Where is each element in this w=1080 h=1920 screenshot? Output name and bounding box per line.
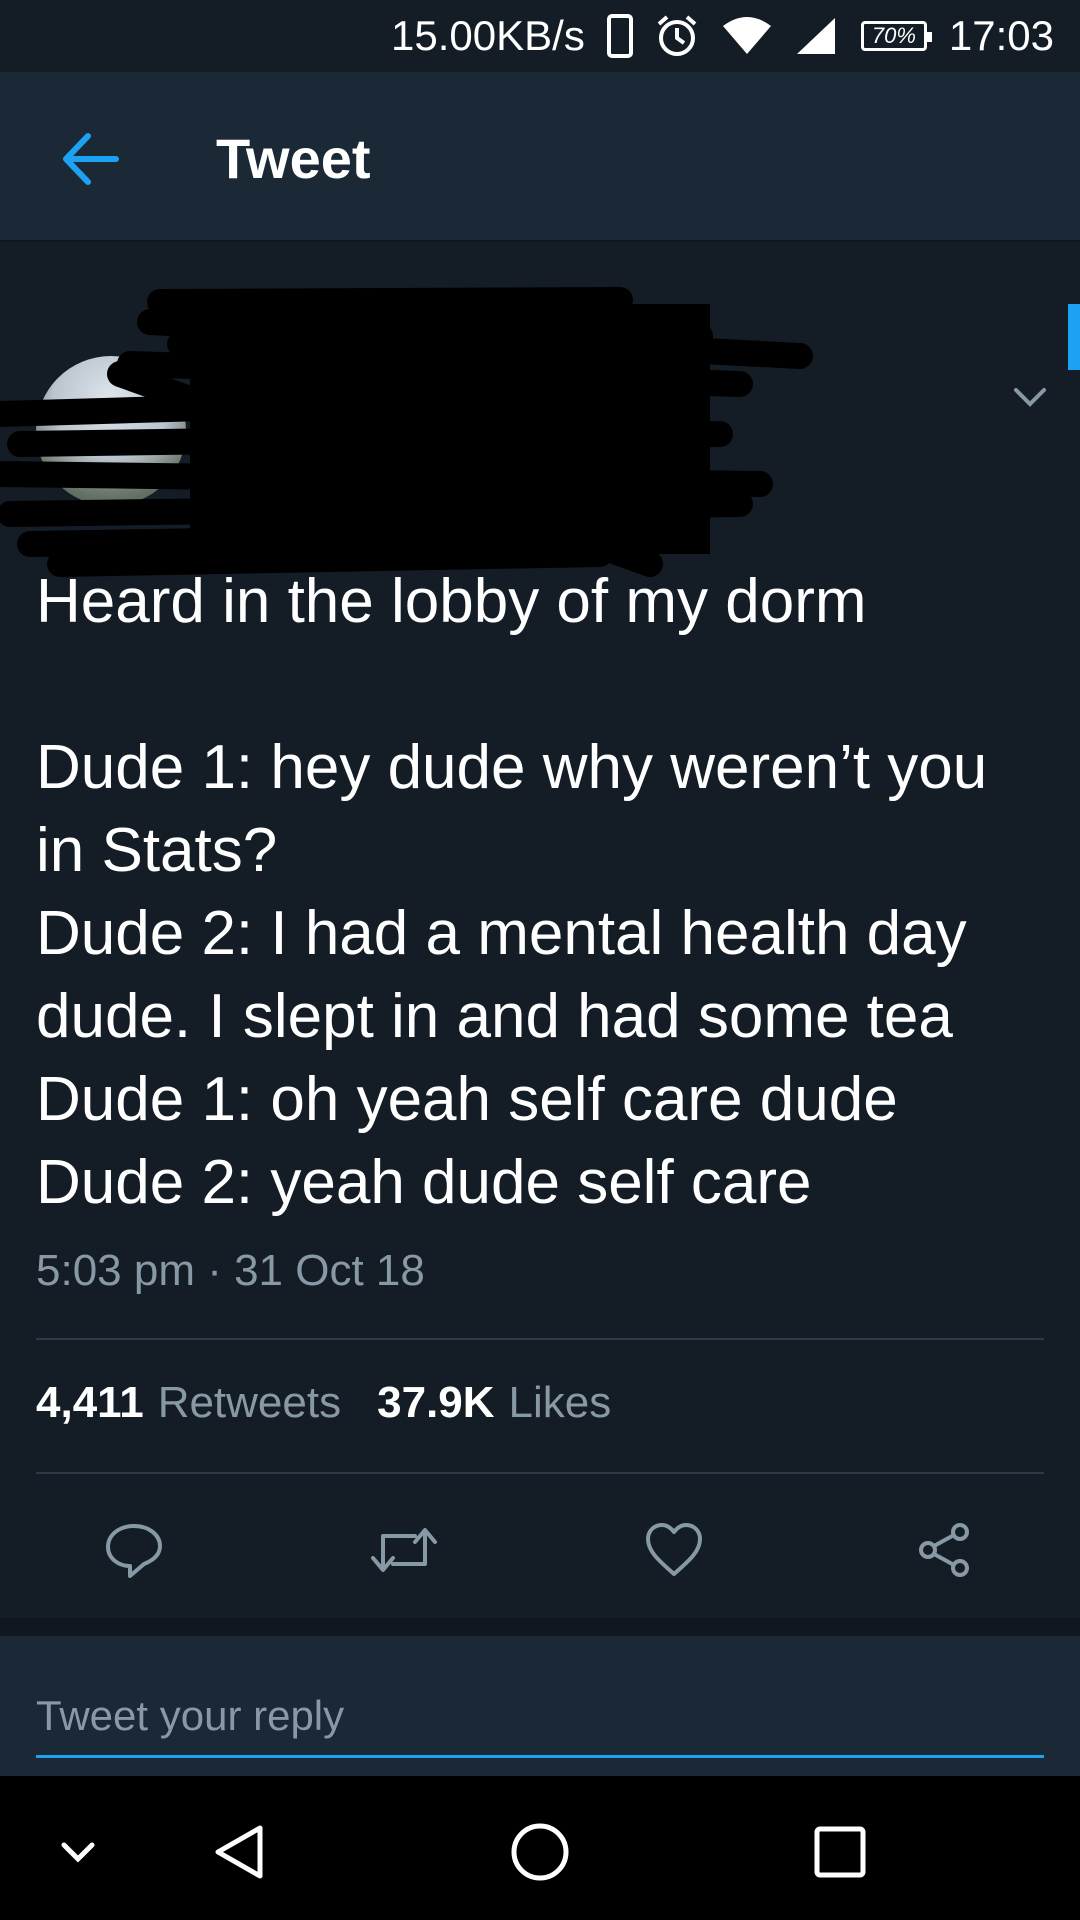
system-nav-bar [0,1776,1080,1920]
nav-recents-button[interactable] [800,1812,880,1892]
tweet-actions [0,1510,1080,1590]
retweets-label: Retweets [157,1378,342,1427]
arrow-left-icon [63,133,119,185]
triangle-back-icon [215,1825,263,1879]
battery-level: 70% [871,23,916,48]
share-icon [919,1523,969,1577]
divider [36,1338,1044,1340]
speech-bubble-icon [106,1524,162,1578]
tweet-text: Heard in the lobby of my dorm Dude 1: he… [36,567,988,1217]
alarm-icon [655,14,699,58]
tweet-options-button[interactable] [1010,382,1050,412]
chevron-down-icon [1014,388,1046,407]
redaction-scribble [0,287,813,577]
square-recents-icon [814,1826,866,1878]
network-speed: 15.00KB/s [391,12,585,59]
circle-home-icon [511,1823,569,1881]
hide-keyboard-button[interactable] [38,1812,118,1892]
app-bar: Tweet [0,72,1080,242]
like-button[interactable] [634,1510,714,1590]
heart-icon [646,1523,702,1576]
reply-button[interactable] [94,1510,174,1590]
retweets-stat[interactable]: 4,411 Retweets [36,1378,341,1428]
tweet-timestamp: 5:03 pm · 31 Oct 18 [36,1246,425,1295]
likes-stat[interactable]: 37.9K Likes [377,1378,611,1428]
section-separator [0,1618,1080,1636]
retweet-icon [371,1528,437,1572]
divider [36,1472,1044,1474]
scroll-indicator [1068,304,1080,370]
phone-icon [606,14,633,58]
reply-input[interactable] [36,1676,1044,1758]
status-bar: 15.00KB/s 70% 17:03 [0,0,1080,72]
likes-label: Likes [508,1378,612,1427]
nav-back-button[interactable] [200,1812,280,1892]
retweets-count: 4,411 [36,1378,144,1427]
back-button[interactable] [56,124,126,194]
battery-icon: 70% [860,21,932,51]
nav-home-button[interactable] [500,1812,580,1892]
signal-icon [795,16,839,56]
tweet-author-header [0,244,1080,577]
wifi-icon [721,16,773,56]
page-title: Tweet [216,127,371,190]
reply-bar [0,1636,1080,1776]
retweet-button[interactable] [364,1510,444,1590]
share-button[interactable] [904,1510,984,1590]
clock: 17:03 [948,12,1054,59]
chevron-down-icon [61,1842,95,1863]
likes-count: 37.9K [377,1378,495,1427]
tweet-stats: 4,411 Retweets 37.9K Likes [36,1378,647,1428]
